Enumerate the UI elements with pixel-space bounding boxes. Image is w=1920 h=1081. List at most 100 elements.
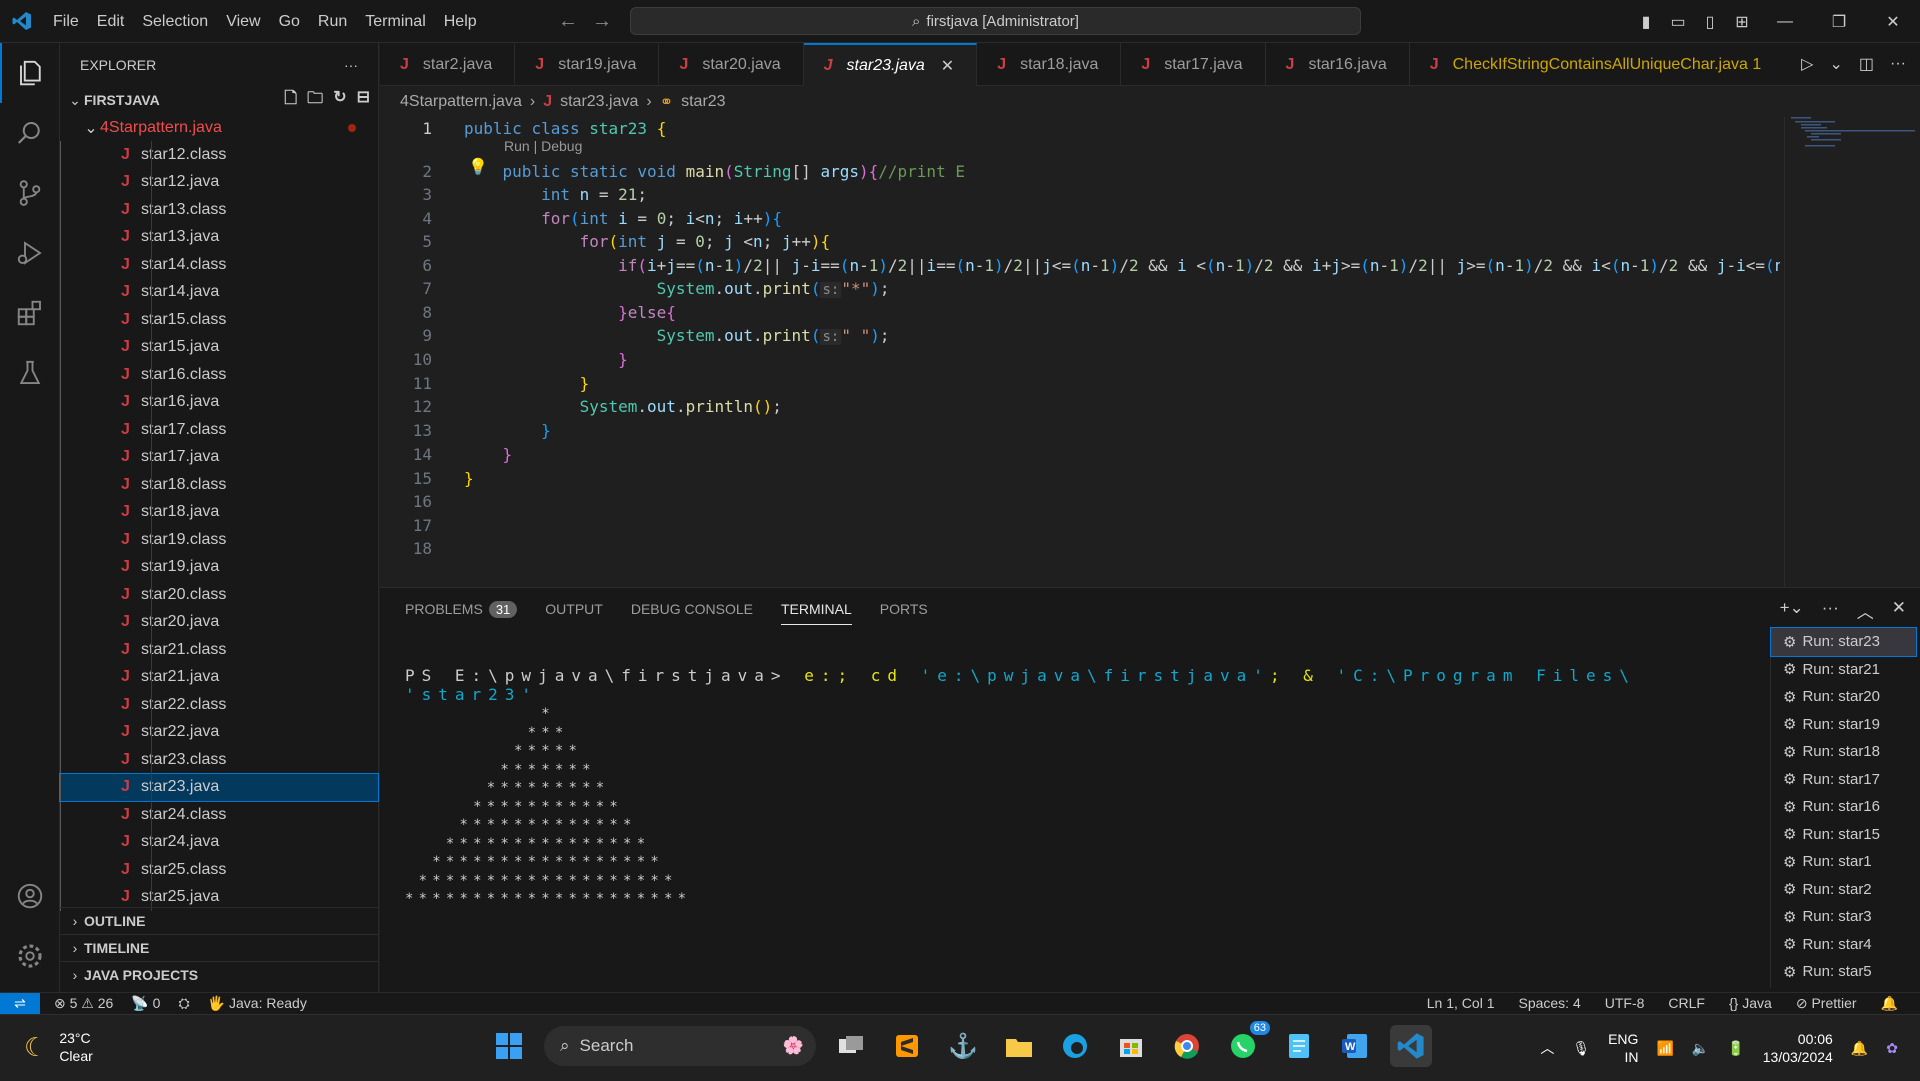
breadcrumb-symbol[interactable]: star23 — [681, 93, 725, 111]
file-item[interactable]: Jstar22.class — [60, 691, 378, 719]
account-icon[interactable] — [0, 866, 60, 926]
file-item[interactable]: Jstar19.java — [60, 553, 378, 581]
split-editor-icon[interactable]: ◫ — [1859, 54, 1874, 74]
terminal-instance[interactable]: ⚙ Run: star5 — [1771, 958, 1916, 986]
terminal-instance[interactable]: ⚙ Run: star19 — [1771, 711, 1916, 739]
manage-gear-icon[interactable] — [0, 926, 60, 986]
restore-icon[interactable]: ❐ — [1812, 12, 1866, 32]
volume-icon[interactable]: 🔈 — [1692, 1040, 1709, 1057]
cursor-position[interactable]: Ln 1, Col 1 — [1427, 995, 1495, 1012]
whatsapp-icon[interactable]: 63 — [1222, 1021, 1270, 1067]
terminal-instance[interactable]: ⚙ Run: star3 — [1771, 903, 1916, 931]
tab-star19[interactable]: Jstar19.java — [515, 43, 660, 86]
file-item[interactable]: Jstar21.java — [60, 663, 378, 691]
file-item[interactable]: Jstar18.java — [60, 498, 378, 526]
file-item[interactable]: Jstar24.class — [60, 801, 378, 829]
encoding[interactable]: UTF-8 — [1605, 995, 1645, 1012]
file-item[interactable]: Jstar21.class — [60, 636, 378, 664]
task-view-icon[interactable] — [830, 1025, 872, 1067]
new-terminal-icon[interactable]: +⌄ — [1780, 598, 1804, 623]
back-arrow-icon[interactable]: ← — [558, 10, 578, 33]
more-actions-icon[interactable]: ··· — [344, 57, 358, 73]
word-icon[interactable]: W — [1334, 1025, 1376, 1067]
close-window-icon[interactable]: ✕ — [1866, 12, 1920, 32]
terminal-instance[interactable]: ⚙ Run: star20 — [1771, 683, 1916, 711]
terminal-instance[interactable]: ⚙ Run: star4 — [1771, 931, 1916, 959]
file-item[interactable]: Jstar17.class — [60, 416, 378, 444]
menu-selection[interactable]: Selection — [133, 0, 217, 43]
file-item[interactable]: Jstar12.java — [60, 168, 378, 196]
file-item[interactable]: Jstar16.class — [60, 361, 378, 389]
problems-status[interactable]: ⊗ 5 ⚠ 26 — [54, 995, 113, 1012]
file-item[interactable]: Jstar13.java — [60, 223, 378, 251]
close-panel-icon[interactable]: ✕ — [1892, 598, 1906, 623]
customize-layout-icon[interactable]: ⊞ — [1726, 12, 1758, 32]
wifi-icon[interactable]: 📶 — [1656, 1040, 1673, 1057]
chevron-down-icon[interactable]: ⌄ — [1829, 54, 1842, 74]
minimap[interactable] — [1784, 117, 1920, 587]
language-mode[interactable]: {} Java — [1729, 995, 1772, 1012]
indentation[interactable]: Spaces: 4 — [1518, 995, 1580, 1012]
tab-star17[interactable]: Jstar17.java — [1121, 43, 1266, 86]
tab-debug-console[interactable]: DEBUG CONSOLE — [631, 601, 753, 617]
more-actions-icon[interactable]: ··· — [1822, 598, 1839, 623]
remote-icon[interactable]: ⇌ — [0, 992, 40, 1015]
clock[interactable]: 00:06 13/03/2024 — [1763, 1030, 1833, 1066]
minimize-icon[interactable]: — — [1758, 13, 1812, 31]
tab-checkifstring[interactable]: J CheckIfStringContainsAllUniqueChar.java… — [1410, 43, 1784, 86]
taskbar-search[interactable]: ⌕ Search 🌸 — [544, 1026, 816, 1066]
file-item[interactable]: Jstar20.class — [60, 581, 378, 609]
file-item[interactable]: Jstar23.java — [59, 772, 379, 802]
weather-widget[interactable]: ☾ 23°C Clear — [24, 1029, 93, 1065]
explorer-icon[interactable] — [0, 43, 60, 103]
file-item[interactable]: Jstar18.class — [60, 471, 378, 499]
terminal-instance[interactable]: ⚙ Run: star1 — [1771, 848, 1916, 876]
prettier-status[interactable]: ⊘ Prettier — [1796, 995, 1857, 1012]
more-actions-icon[interactable]: ··· — [1890, 55, 1906, 73]
edge-browser-icon[interactable] — [1054, 1025, 1096, 1067]
tab-star18[interactable]: Jstar18.java — [977, 43, 1122, 86]
tab-star2[interactable]: Jstar2.java — [380, 43, 516, 86]
tab-problems[interactable]: PROBLEMS 31 — [405, 600, 518, 618]
chevron-up-icon[interactable]: ︿ — [1540, 1038, 1554, 1058]
line-ending[interactable]: CRLF — [1668, 995, 1705, 1012]
breadcrumb-folder[interactable]: 4Starpattern.java — [400, 93, 522, 111]
terminal-instance[interactable]: ⚙ Run: star16 — [1771, 793, 1916, 821]
collapse-all-icon[interactable]: ⊟ — [357, 87, 370, 114]
ports-status[interactable]: 📡 0 — [131, 995, 160, 1012]
file-item[interactable]: Jstar15.java — [60, 333, 378, 361]
file-item[interactable]: Jstar24.java — [60, 828, 378, 856]
extensions-icon[interactable] — [0, 283, 60, 343]
new-folder-icon[interactable]: 🗀 — [307, 87, 323, 114]
microsoft-store-icon[interactable] — [1110, 1025, 1152, 1067]
forward-arrow-icon[interactable]: → — [592, 10, 612, 33]
run-debug-icon[interactable] — [0, 223, 60, 283]
root-folder[interactable]: ⌄ FIRSTJAVA 🗋 🗀 ↻ ⊟ — [60, 86, 378, 114]
source-control-icon[interactable] — [0, 163, 60, 223]
menu-run[interactable]: Run — [309, 0, 356, 43]
terminal-instance[interactable]: ⚙ Run: star15 — [1771, 821, 1916, 849]
run-status-icon[interactable]: ⛭ — [178, 995, 189, 1012]
vscode-taskbar-icon[interactable] — [1390, 1025, 1432, 1067]
tab-ports[interactable]: PORTS — [880, 601, 928, 617]
file-explorer-icon[interactable] — [998, 1025, 1040, 1067]
file-item[interactable]: Jstar14.class — [60, 251, 378, 279]
menu-help[interactable]: Help — [435, 0, 486, 43]
menu-view[interactable]: View — [217, 0, 269, 43]
sublime-text-icon[interactable] — [886, 1025, 928, 1067]
tab-star23[interactable]: Jstar23.java ✕ — [803, 43, 978, 86]
file-item[interactable]: Jstar19.class — [60, 526, 378, 554]
terminal-instance[interactable]: ⚙ Run: star21 — [1771, 656, 1916, 684]
timeline-section[interactable]: › TIMELINE — [60, 934, 379, 961]
tab-output[interactable]: OUTPUT — [545, 601, 603, 617]
file-item[interactable]: Jstar25.class — [60, 856, 378, 884]
file-item[interactable]: Jstar16.java — [60, 388, 378, 416]
command-center[interactable]: ⌕ firstjava [Administrator] — [630, 7, 1361, 35]
notepad-icon[interactable] — [1278, 1025, 1320, 1067]
code-editor[interactable]: 1 public class star23 { 2 public static v… — [380, 117, 1780, 587]
app-icon[interactable]: ⚓ — [942, 1025, 984, 1067]
subfolder-4starpattern[interactable]: ⌄ 4Starpattern.java — [60, 114, 378, 141]
run-icon[interactable]: ▷ — [1801, 54, 1813, 74]
file-item[interactable]: Jstar23.class — [60, 746, 378, 774]
menu-terminal[interactable]: Terminal — [356, 0, 434, 43]
